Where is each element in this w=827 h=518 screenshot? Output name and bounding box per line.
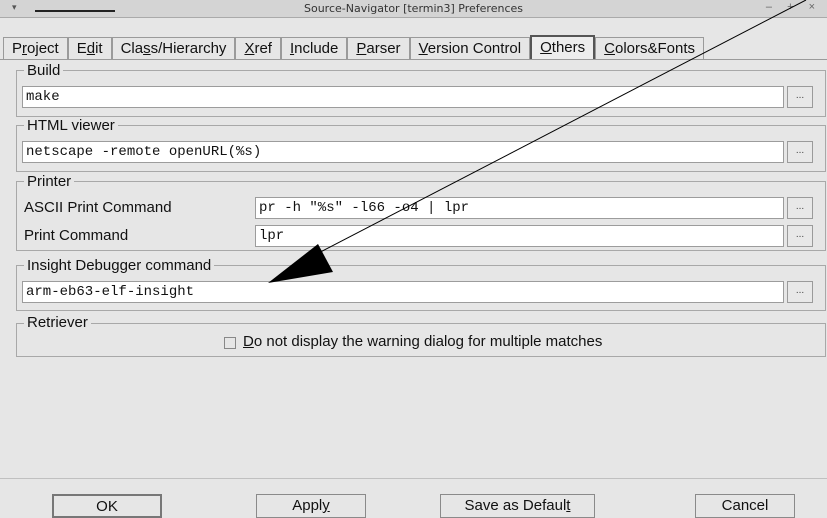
annotation-arrow xyxy=(268,0,807,283)
annotation-arrow-head xyxy=(268,244,333,283)
annotation-arrow-line xyxy=(304,0,807,261)
